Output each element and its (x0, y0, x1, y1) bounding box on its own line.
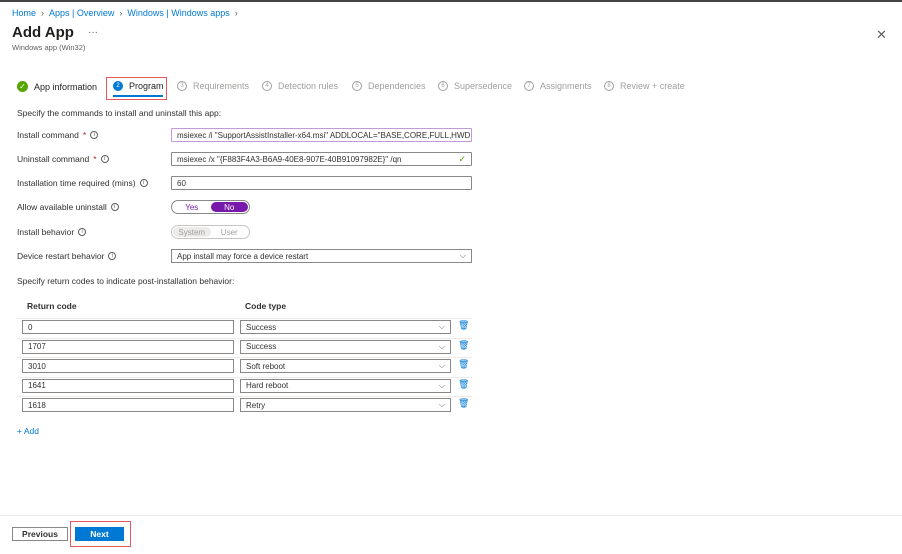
return-code-input[interactable]: 1618 (22, 398, 234, 412)
chevron-down-icon: ⌵ (459, 251, 466, 260)
breadcrumb: Home › Apps | Overview › Windows | Windows… (12, 8, 238, 18)
return-code-input[interactable]: 3010 (22, 359, 234, 373)
breadcrumb-apps[interactable]: Apps | Overview (49, 8, 114, 18)
info-icon[interactable]: i (78, 228, 87, 236)
delete-icon[interactable]: 🗑 (458, 320, 469, 331)
restart-behavior-label: Device restart behavior i (17, 251, 117, 261)
chevron-right-icon: › (234, 8, 238, 18)
check-circle-icon: ✓ (17, 81, 28, 92)
active-tab-underline (113, 95, 163, 97)
toggle-system: System (173, 227, 211, 237)
top-border (0, 0, 902, 2)
more-icon[interactable]: ··· (88, 27, 98, 38)
next-button[interactable]: Next (75, 527, 124, 541)
tab-program[interactable]: 2 Program (113, 81, 164, 91)
toggle-yes[interactable]: Yes (173, 202, 211, 212)
page-subtitle: Windows app (Win32) (12, 43, 86, 52)
allow-uninstall-label: Allow available uninstall i (17, 202, 119, 212)
footer-divider (0, 515, 902, 516)
info-icon[interactable]: i (90, 131, 99, 139)
page-title: Add App (12, 24, 74, 41)
delete-icon[interactable]: 🗑 (458, 398, 469, 409)
chevron-down-icon: ⌵ (438, 341, 445, 351)
chevron-right-icon: › (41, 8, 45, 18)
chevron-down-icon: ⌵ (438, 380, 445, 390)
uninstall-command-label: Uninstall command * i (17, 154, 109, 164)
row-divider (17, 318, 472, 319)
install-command-label: Install command * i (17, 130, 99, 140)
code-type-select[interactable]: Soft reboot ⌵ (240, 359, 451, 373)
info-icon[interactable]: i (139, 179, 148, 187)
uninstall-command-input[interactable]: msiexec /x "{F883F4A3-B6A9-40E8-907E-40B… (171, 152, 472, 166)
close-icon[interactable]: ✕ (876, 27, 887, 43)
chevron-down-icon: ⌵ (438, 400, 445, 409)
code-type-select[interactable]: Hard reboot ⌵ (240, 378, 451, 393)
allow-uninstall-toggle[interactable]: Yes No (171, 200, 250, 214)
delete-icon[interactable]: 🗑 (458, 359, 469, 370)
chevron-down-icon: ⌵ (438, 322, 445, 331)
toggle-user: User (220, 227, 238, 237)
intro-text: Specify the commands to install and unin… (17, 108, 222, 118)
return-code-input[interactable]: 1707 (22, 339, 234, 354)
install-behavior-toggle: System User (171, 225, 250, 239)
add-return-code-link[interactable]: + Add (17, 426, 39, 436)
tab-dependencies[interactable]: 5 Dependencies (352, 81, 426, 91)
col-return-code: Return code (27, 301, 77, 311)
row-divider (17, 357, 472, 358)
return-codes-intro: Specify return codes to indicate post-in… (17, 276, 235, 286)
chevron-right-icon: › (119, 8, 123, 18)
info-icon[interactable]: i (108, 252, 117, 260)
return-code-input[interactable]: 1641 (22, 378, 234, 393)
breadcrumb-windows[interactable]: Windows | Windows apps (127, 8, 229, 18)
return-code-input[interactable]: 0 (22, 320, 234, 334)
restart-behavior-select[interactable]: App install may force a device restart ⌵ (171, 249, 472, 263)
row-divider (17, 396, 472, 397)
tab-detection-rules[interactable]: 4 Detection rules (262, 81, 338, 91)
tab-requirements[interactable]: 3 Requirements (177, 81, 249, 91)
info-icon[interactable]: i (100, 155, 109, 163)
tab-supersedence[interactable]: 6 Supersedence (438, 81, 512, 91)
code-type-select[interactable]: Success ⌵ (240, 320, 451, 334)
previous-button[interactable]: Previous (12, 527, 68, 541)
install-command-input[interactable]: msiexec /i "SupportAssistInstaller-x64.m… (171, 128, 472, 142)
row-divider (17, 337, 472, 339)
install-time-label: Installation time required (mins) i (17, 178, 148, 188)
info-icon[interactable]: i (110, 203, 119, 211)
delete-icon[interactable]: 🗑 (458, 379, 469, 390)
install-behavior-label: Install behavior i (17, 227, 87, 237)
code-type-select[interactable]: Retry ⌵ (240, 398, 451, 412)
row-divider (17, 376, 472, 378)
breadcrumb-home[interactable]: Home (12, 8, 36, 18)
tab-assignments[interactable]: 7 Assignments (524, 81, 592, 91)
col-code-type: Code type (245, 301, 287, 311)
delete-icon[interactable]: 🗑 (458, 340, 469, 351)
install-time-input[interactable]: 60 (171, 176, 472, 190)
toggle-no[interactable]: No (210, 202, 248, 212)
chevron-down-icon: ⌵ (438, 361, 445, 370)
tab-review-create[interactable]: 8 Review + create (604, 81, 685, 91)
check-icon: ✓ (458, 153, 466, 164)
code-type-select[interactable]: Success ⌵ (240, 339, 451, 354)
tab-app-information[interactable]: ✓ App information (17, 81, 97, 92)
